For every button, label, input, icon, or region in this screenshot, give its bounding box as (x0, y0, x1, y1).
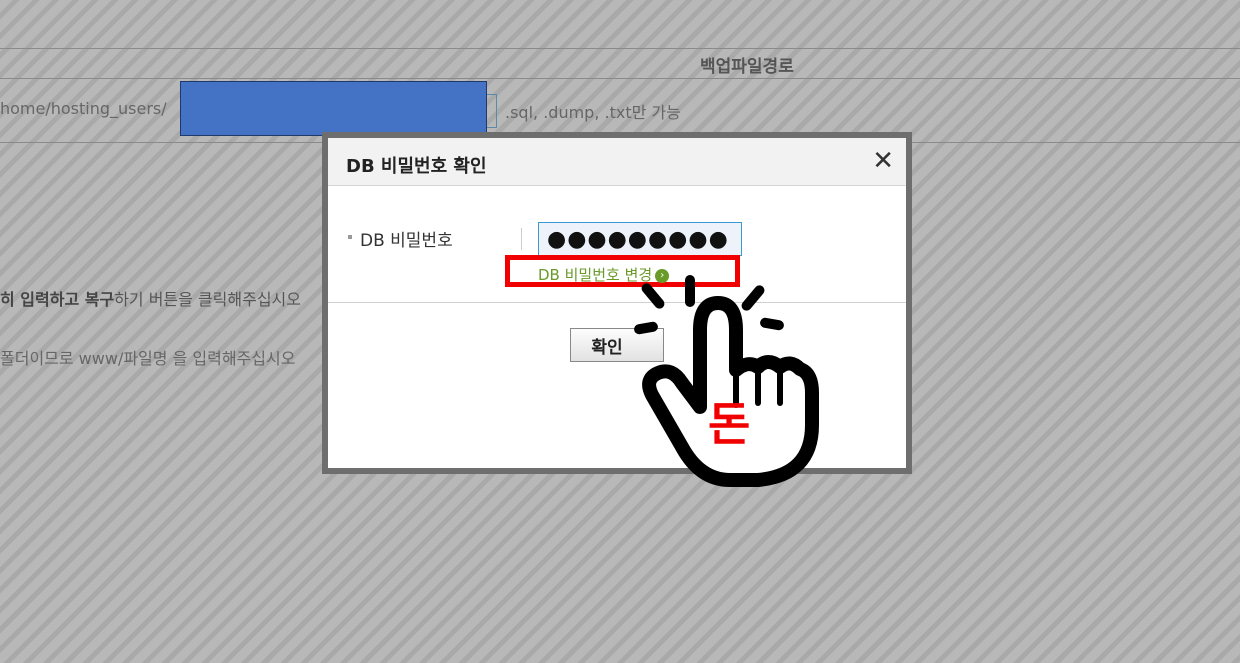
instruction-text-2: 폴더이므로 www/파일명 을 입력해주십시오 (0, 349, 296, 368)
table-top-border (0, 48, 1240, 49)
redacted-area (180, 81, 487, 136)
instruction-rest: 하기 버튼을 클릭해주십시오 (114, 290, 301, 309)
close-icon[interactable]: ✕ (872, 147, 894, 175)
bullet-icon (348, 235, 352, 239)
dialog-title: DB 비밀번호 확인 (346, 156, 487, 177)
dialog-header: DB 비밀번호 확인 ✕ (328, 138, 906, 186)
instruction-bold: 히 입력하고 복구 (0, 290, 115, 309)
pointing-hand-icon (634, 275, 819, 487)
hand-caption: 돈 (708, 397, 751, 451)
backup-path-prefix: home/hosting_users/ (0, 99, 167, 118)
instruction-text: 히 입력하고 복구하기 버튼을 클릭해주십시오 (0, 286, 322, 310)
table-header-border (0, 78, 1240, 79)
backup-path-header: 백업파일경로 (700, 57, 794, 77)
password-label: DB 비밀번호 (348, 226, 453, 251)
password-input[interactable]: ●●●●●●●●● (538, 222, 742, 256)
password-label-text: DB 비밀번호 (360, 231, 453, 251)
file-extension-note: .sql, .dump, .txt만 가능 (505, 103, 681, 122)
field-separator (521, 228, 522, 250)
